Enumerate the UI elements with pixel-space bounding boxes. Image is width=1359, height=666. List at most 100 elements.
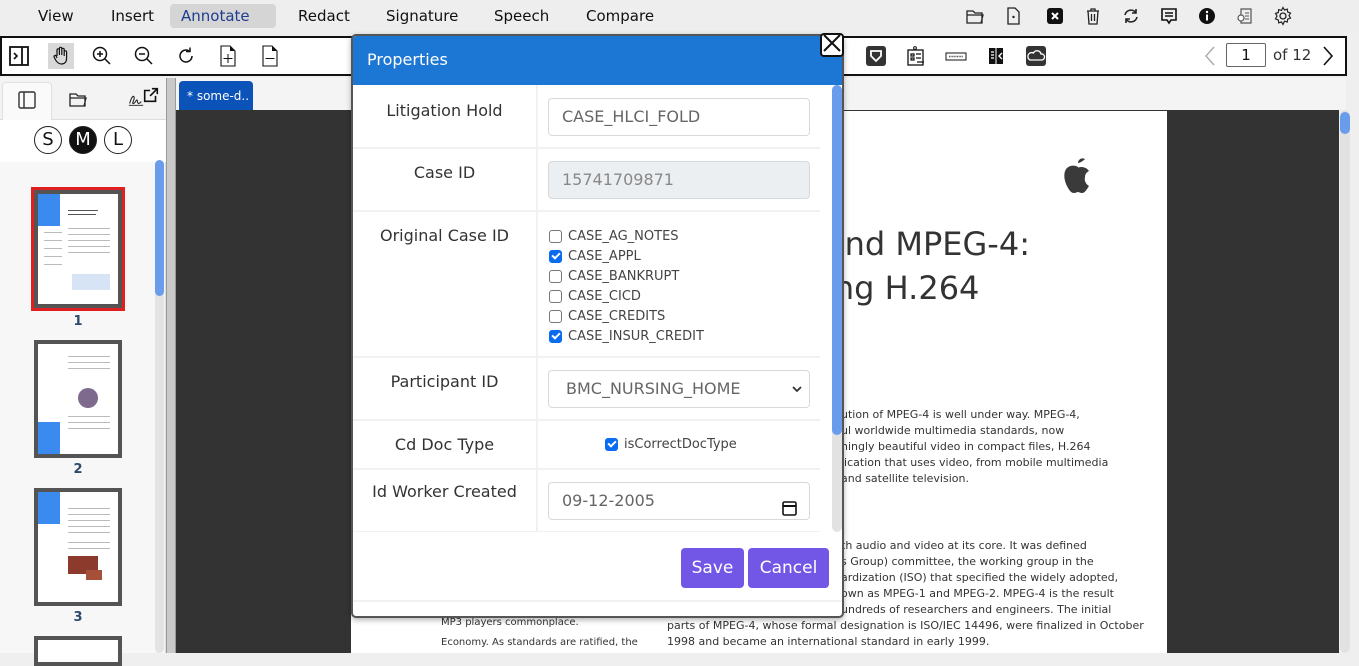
- panel-splitter[interactable]: [166, 78, 176, 653]
- dialog-title: Properties: [367, 50, 448, 69]
- checkbox-label: CASE_INSUR_CREDIT: [568, 328, 704, 344]
- page-thumbnail[interactable]: [34, 636, 122, 666]
- previous-page-icon[interactable]: [1198, 43, 1224, 69]
- checkbox[interactable]: [549, 329, 562, 343]
- date-value: 09-12-2005: [562, 491, 655, 510]
- zoom-out-icon[interactable]: [131, 43, 157, 69]
- document-scrollbar[interactable]: [1340, 110, 1350, 653]
- menu-compare[interactable]: Compare: [575, 4, 665, 28]
- checkbox-item[interactable]: CASE_APPL: [549, 246, 704, 266]
- next-page-icon[interactable]: [1314, 43, 1340, 69]
- body-text-line: lication that uses video, from mobile mu…: [841, 456, 1109, 469]
- thumbnail-sidebar: S M L 1 2 3: [0, 78, 166, 666]
- tab-thumbnails[interactable]: [2, 82, 52, 120]
- tab-files[interactable]: [53, 82, 103, 120]
- comment-icon[interactable]: [1159, 6, 1179, 26]
- thumbnail-page-number: 1: [73, 314, 83, 329]
- scrollbar-thumb[interactable]: [1340, 112, 1350, 134]
- pan-hand-icon[interactable]: [48, 43, 74, 69]
- close-file-icon[interactable]: [1045, 6, 1065, 26]
- form-field-icon[interactable]: [903, 43, 929, 69]
- page-thumbnail[interactable]: [34, 340, 122, 458]
- tab-signatures[interactable]: [110, 82, 162, 120]
- checkbox[interactable]: [549, 289, 562, 303]
- thumbnail-size-selector: S M L: [0, 120, 166, 162]
- checkbox-item[interactable]: CASE_AG_NOTES: [549, 226, 704, 246]
- original-case-id-row: Original Case ID CASE_AG_NOTES CASE_APPL…: [353, 212, 820, 358]
- calendar-icon[interactable]: [782, 493, 797, 529]
- field-label: Participant ID: [390, 372, 499, 391]
- body-text-line: 1998 and became an international standar…: [667, 635, 990, 648]
- litigation-hold-row: Litigation Hold CASE_HLCI_FOLD: [353, 85, 820, 149]
- button-field-icon[interactable]: [943, 43, 969, 69]
- apple-logo-icon: [1059, 155, 1097, 205]
- document-tab[interactable]: * some-d..: [179, 81, 253, 111]
- checkbox[interactable]: [549, 269, 562, 283]
- checkbox[interactable]: [549, 249, 562, 263]
- dialog-footer-divider: [353, 600, 842, 602]
- checkbox[interactable]: [549, 309, 562, 323]
- checkbox-item[interactable]: CASE_CICD: [549, 286, 704, 306]
- fit-page-icon[interactable]: [215, 43, 241, 69]
- field-label: Litigation Hold: [386, 101, 503, 120]
- properties-form: Litigation Hold CASE_HLCI_FOLD Case ID 1…: [353, 85, 831, 532]
- toggle-sidebar-icon[interactable]: [6, 43, 32, 69]
- thumbnail-scrollbar[interactable]: [155, 160, 164, 653]
- sync-icon[interactable]: [1121, 6, 1141, 26]
- body-text-line: ul worldwide multimedia standards, now: [841, 424, 1065, 437]
- menu-redact[interactable]: Redact: [287, 4, 361, 28]
- participant-id-select[interactable]: BMC_NURSING_HOME: [548, 370, 810, 408]
- scrollbar-thumb[interactable]: [832, 85, 842, 435]
- litigation-hold-input[interactable]: CASE_HLCI_FOLD: [548, 98, 810, 136]
- external-link-icon[interactable]: [142, 86, 160, 108]
- document-settings-icon[interactable]: [1235, 6, 1255, 26]
- close-icon: [822, 33, 842, 57]
- menu-signature[interactable]: Signature: [375, 4, 469, 28]
- thumbnail-page-number: 2: [73, 462, 83, 477]
- cancel-button[interactable]: Cancel: [748, 548, 829, 588]
- body-text-line: Economy. As standards are ratified, the: [441, 637, 638, 648]
- cloud-upload-icon[interactable]: [1023, 43, 1049, 69]
- checkbox-item[interactable]: CASE_CREDITS: [549, 306, 704, 326]
- info-icon[interactable]: [1197, 6, 1217, 26]
- fit-width-icon[interactable]: [257, 43, 283, 69]
- menu-speech[interactable]: Speech: [483, 4, 560, 28]
- body-text-line: ution of MPEG-4 is well under way. MPEG-…: [841, 408, 1080, 421]
- page-number-input[interactable]: [1226, 43, 1266, 67]
- is-correct-doc-type-checkbox[interactable]: isCorrectDocType: [605, 434, 737, 454]
- scrollbar-thumb[interactable]: [155, 160, 164, 296]
- save-button[interactable]: Save: [681, 548, 744, 588]
- avatar-icon: [38, 492, 60, 524]
- shape-tool-icon[interactable]: [863, 43, 889, 69]
- checkbox-item[interactable]: CASE_BANKRUPT: [549, 266, 704, 286]
- zoom-in-icon[interactable]: [89, 43, 115, 69]
- gear-icon[interactable]: [1273, 6, 1293, 26]
- insert-column-icon[interactable]: [983, 43, 1009, 69]
- close-dialog-button[interactable]: [820, 33, 844, 57]
- delete-icon[interactable]: [1083, 6, 1103, 26]
- new-file-icon[interactable]: [1003, 6, 1023, 26]
- id-worker-created-date-input[interactable]: 09-12-2005: [548, 482, 810, 520]
- document-title-line: and MPEG-4:: [825, 225, 1030, 263]
- rotate-icon[interactable]: [173, 43, 199, 69]
- page-thumbnail[interactable]: [34, 488, 122, 606]
- checkbox[interactable]: [605, 437, 618, 451]
- checkbox[interactable]: [549, 229, 562, 243]
- menu-annotate[interactable]: Annotate: [170, 4, 276, 28]
- size-medium-button[interactable]: M: [69, 126, 97, 154]
- menu-bar: View Insert Annotate Redact Signature Sp…: [0, 0, 1359, 34]
- page-thumbnail[interactable]: [31, 187, 125, 311]
- thumbnail-page-number: 3: [73, 610, 83, 625]
- checkbox-label: isCorrectDocType: [624, 436, 737, 452]
- body-text-line: s Group) committee, the working group in…: [841, 555, 1094, 568]
- body-text-line: ningly beautiful video in compact files,…: [841, 440, 1091, 453]
- size-large-button[interactable]: L: [104, 126, 132, 154]
- size-small-button[interactable]: S: [34, 126, 62, 154]
- dialog-scrollbar[interactable]: [832, 85, 842, 532]
- checkbox-item[interactable]: CASE_INSUR_CREDIT: [549, 326, 704, 346]
- open-folder-icon[interactable]: [965, 6, 985, 26]
- chevron-down-icon: [791, 371, 803, 420]
- menu-view[interactable]: View: [27, 4, 85, 28]
- menu-insert[interactable]: Insert: [100, 4, 165, 28]
- field-label: Cd Doc Type: [394, 435, 495, 454]
